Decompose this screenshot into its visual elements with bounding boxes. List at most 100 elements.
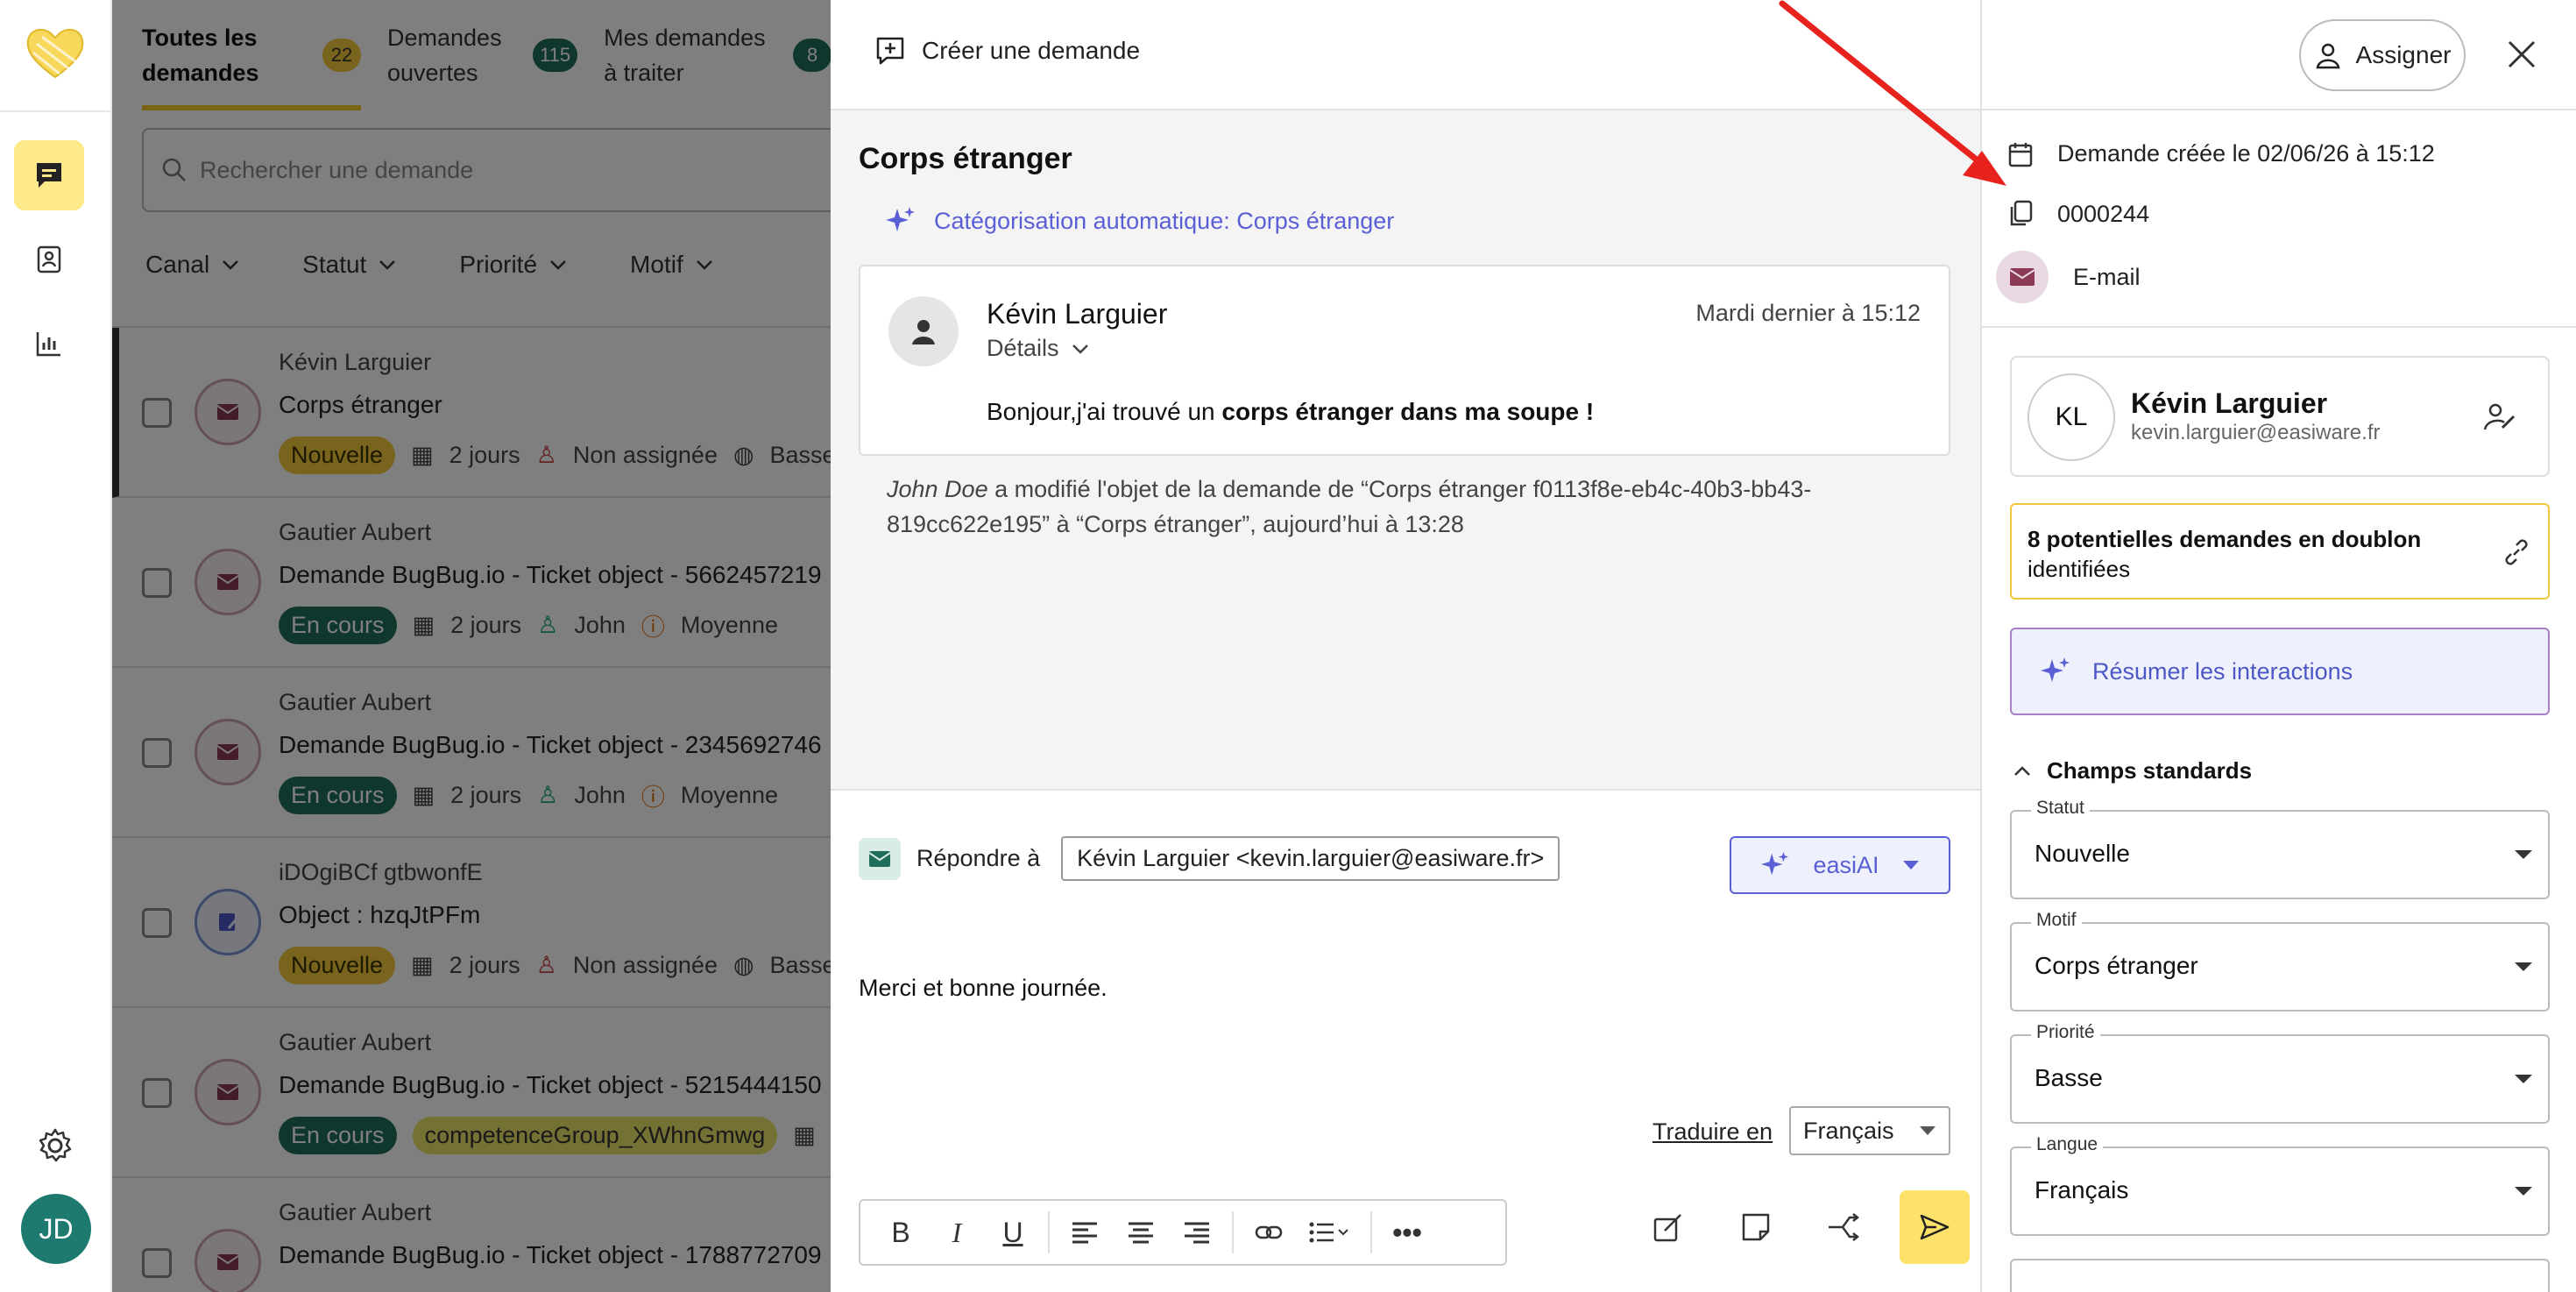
bold-button[interactable]: B (873, 1206, 929, 1259)
motif-select[interactable]: Motif Corps étranger (2010, 910, 2550, 1012)
edit-contact-icon[interactable] (2483, 401, 2516, 431)
row-checkbox[interactable] (142, 908, 172, 938)
tab-my-requests[interactable]: Mes demandes à traiter 8 (604, 0, 831, 110)
summarize-button[interactable]: Résumer les interactions (2010, 628, 2550, 715)
status-badge: Nouvelle (279, 947, 396, 984)
logo-heart-icon[interactable] (25, 26, 86, 81)
status-badge: En cours (279, 607, 397, 644)
email-channel-icon (195, 379, 261, 445)
transfer-button[interactable] (1812, 1196, 1875, 1259)
row-checkbox[interactable] (142, 1078, 172, 1108)
tab-all-requests[interactable]: Toutes les demandes 22 (142, 0, 361, 110)
section-label: Champs standards (2047, 757, 2253, 784)
table-row[interactable]: Gautier Aubert Demande BugBug.io - Ticke… (112, 1008, 831, 1178)
field-value: Français (2035, 1176, 2129, 1203)
more-options-button[interactable]: ••• (1379, 1206, 1435, 1259)
request-search-input[interactable]: Rechercher une demande (142, 128, 831, 212)
nav-requests-button[interactable] (14, 140, 84, 210)
translate-link[interactable]: Traduire en (1652, 1118, 1773, 1146)
table-row[interactable]: Gautier Aubert Demande BugBug.io - Ticke… (112, 498, 831, 668)
row-priority: Moyenne (680, 782, 778, 808)
create-request-button[interactable]: Créer une demande (874, 35, 1140, 67)
status-select[interactable]: Statut Nouvelle (2010, 798, 2550, 899)
group-badge: competenceGroup_XWhnGmwg (412, 1117, 778, 1154)
table-row[interactable]: Kévin Larguier Corps étranger Nouvelle ▦… (112, 328, 831, 498)
align-center-button[interactable] (1113, 1206, 1169, 1259)
sparkle-icon (886, 207, 915, 231)
standard-fields-toggle[interactable]: Champs standards (2013, 757, 2252, 784)
tab-open-requests[interactable]: Demandes ouvertes 115 (387, 0, 578, 110)
row-meta: Nouvelle ▦ 2 jours ♙ Non assignée ◍ Basse (279, 437, 831, 474)
nav-contacts-button[interactable] (14, 224, 84, 295)
reply-editor[interactable]: Merci et bonne journée. (859, 975, 1108, 1002)
duplicate-requests-alert[interactable]: 8 potentielles demandes en doublon ident… (2010, 503, 2550, 600)
underline-button[interactable]: U (985, 1206, 1041, 1259)
gear-icon[interactable] (35, 1125, 75, 1166)
created-text: Demande créée le 02/06/26 à 15:12 (2057, 140, 2435, 167)
note-button[interactable] (1724, 1196, 1787, 1259)
channel-row: E-mail (1996, 251, 2141, 303)
row-customer-name: Kévin Larguier (279, 349, 432, 375)
chat-icon (37, 163, 61, 188)
avatar-initials: JD (39, 1212, 74, 1245)
row-subject: Demande BugBug.io - Ticket object - 2345… (279, 731, 822, 758)
align-left-button[interactable] (1057, 1206, 1113, 1259)
link-button[interactable] (1241, 1206, 1297, 1259)
list-button[interactable] (1297, 1206, 1363, 1259)
align-right-button[interactable] (1169, 1206, 1225, 1259)
chevron-down-icon (1072, 344, 1088, 354)
table-row[interactable]: Gautier Aubert Demande BugBug.io - Ticke… (112, 668, 831, 838)
created-info: Demande créée le 02/06/26 à 15:12 (2008, 140, 2435, 167)
status-badge: En cours (279, 1117, 397, 1154)
field-value: Corps étranger (2035, 952, 2198, 979)
next-field[interactable] (2010, 1259, 2550, 1292)
status-badge: Nouvelle (279, 437, 396, 474)
caret-down-icon (1920, 1126, 1936, 1135)
ticket-id: 0000244 (2057, 200, 2150, 227)
copy-icon (2010, 200, 2033, 226)
filter-canal[interactable]: Canal (145, 251, 239, 279)
filter-label: Statut (302, 251, 367, 278)
filter-priorite[interactable]: Priorité (459, 251, 567, 279)
row-checkbox[interactable] (142, 568, 172, 598)
auto-category: Catégorisation automatique: Corps étrang… (885, 205, 1394, 237)
email-channel-icon (195, 719, 261, 785)
italic-button[interactable]: I (929, 1206, 985, 1259)
tab-count-badge: 115 (533, 39, 578, 72)
translate-language-select[interactable]: Français (1789, 1106, 1950, 1155)
reply-to-field[interactable]: Kévin Larguier <kevin.larguier@easiware.… (1061, 836, 1560, 881)
message-details-toggle[interactable]: Détails (987, 335, 1089, 362)
align-center-icon (1129, 1222, 1153, 1244)
calendar-icon: ▦ (411, 442, 434, 468)
contact-card[interactable]: KL Kévin Larguier kevin.larguier@easiwar… (2010, 356, 2550, 477)
assign-button[interactable]: Assigner (2299, 19, 2466, 91)
form-channel-icon (195, 889, 261, 955)
send-button[interactable] (1900, 1190, 1970, 1264)
row-customer-name: Gautier Aubert (279, 1029, 432, 1055)
user-avatar[interactable]: JD (21, 1194, 91, 1264)
easiai-button[interactable]: easiAI (1730, 836, 1950, 894)
row-checkbox[interactable] (142, 1248, 172, 1278)
signature-button[interactable] (1637, 1196, 1700, 1259)
priority-icon: ⓘ (640, 614, 665, 641)
table-row[interactable]: iDOgiBCf gtbwonfE Object : hzqJtPFm Nouv… (112, 838, 831, 1008)
field-label: Motif (2031, 910, 2082, 931)
table-row[interactable]: Gautier Aubert Demande BugBug.io - Ticke… (112, 1178, 831, 1292)
priority-select[interactable]: Priorité Basse (2010, 1022, 2550, 1124)
nav-stats-button[interactable] (14, 309, 84, 379)
align-right-icon (1185, 1222, 1209, 1244)
ticket-id-row[interactable]: 0000244 (2008, 200, 2149, 228)
row-age: 2 jours (450, 612, 522, 638)
language-select[interactable]: Langue Français (2010, 1134, 2550, 1236)
edit-icon (1653, 1214, 1681, 1242)
row-checkbox[interactable] (142, 398, 172, 428)
caret-down-icon (2515, 1075, 2532, 1083)
caret-down-icon (2515, 962, 2532, 971)
filter-statut[interactable]: Statut (302, 251, 396, 279)
row-subject: Demande BugBug.io - Ticket object - 5215… (279, 1071, 822, 1098)
duplicates-bold: 8 potentielles demandes en doublon (2028, 526, 2422, 552)
ticket-detail-pane: Créer une demande Corps étranger Catégor… (831, 0, 1980, 1292)
row-checkbox[interactable] (142, 738, 172, 768)
close-icon[interactable] (2502, 35, 2541, 74)
filter-motif[interactable]: Motif (630, 251, 713, 279)
